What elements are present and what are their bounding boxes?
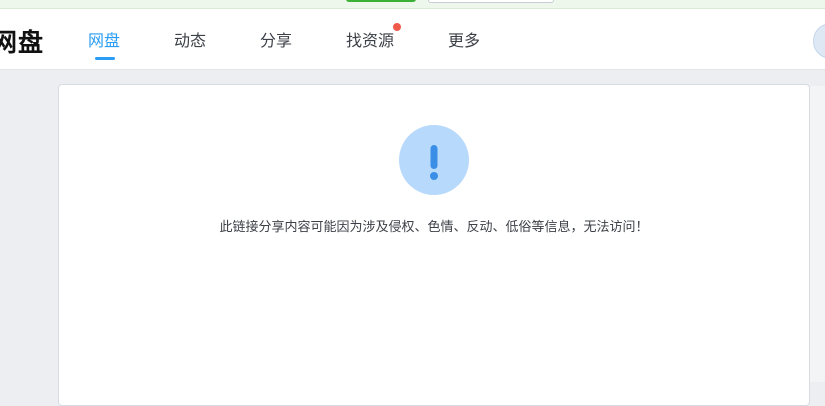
notification-dot (393, 23, 402, 31)
nav-item-more[interactable]: 更多 (448, 27, 480, 51)
nav-item-netdisk[interactable]: 网盘 (88, 27, 121, 60)
alert-badge (399, 125, 469, 195)
exclamation-icon (430, 145, 438, 180)
blocked-share-message: 此链接分享内容可能因为涉及侵权、色情、反动、低俗等信息，无法访问！ (219, 220, 649, 235)
top-green-button[interactable] (346, 0, 416, 2)
nav-item-label: 动态 (174, 31, 207, 50)
nav-item-find-resources[interactable]: 找资源 (346, 23, 402, 51)
nav-item-label: 更多 (448, 31, 481, 50)
top-toolbar-strip (0, 0, 825, 9)
top-secondary-button[interactable] (428, 0, 554, 3)
nav-item-share[interactable]: 分享 (260, 27, 292, 51)
logo[interactable]: 网盘 (0, 23, 44, 59)
nav-item-label: 网盘 (88, 31, 121, 50)
content-panel: 此链接分享内容可能因为涉及侵权、色情、反动、低俗等信息，无法访问！ (58, 84, 810, 406)
site-header: 网盘 网盘 动态 分享 找资源 更多 (0, 9, 825, 70)
nav-item-label: 找资源 (346, 31, 395, 50)
nav-item-label: 分享 (260, 31, 293, 50)
nav-item-feed[interactable]: 动态 (174, 27, 206, 51)
active-tab-indicator (95, 57, 115, 60)
avatar[interactable] (813, 23, 825, 59)
right-side-strip (810, 86, 825, 382)
